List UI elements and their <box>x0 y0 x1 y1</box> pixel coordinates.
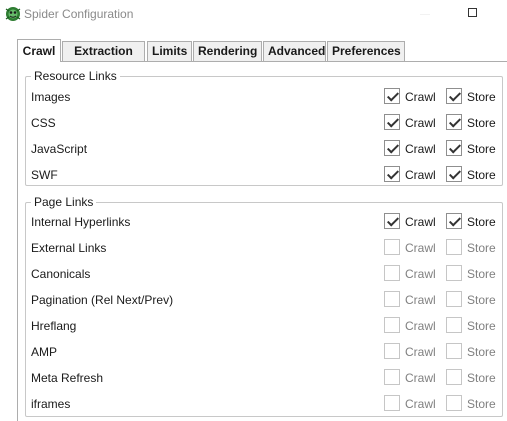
javascript-store-checkbox[interactable] <box>446 140 462 156</box>
canonicals-store-checkbox[interactable] <box>446 265 462 281</box>
store-label: Store <box>467 345 496 359</box>
external-links-store-checkbox[interactable] <box>446 239 462 255</box>
store-label: Store <box>467 215 496 229</box>
css-crawl-checkbox[interactable] <box>384 114 400 130</box>
window-title: Spider Configuration <box>24 7 134 21</box>
pagination-store-checkbox[interactable] <box>446 291 462 307</box>
internal-hyperlinks-crawl-checkbox[interactable] <box>384 213 400 229</box>
page-row-hreflang: Hreflang Crawl Store <box>26 315 502 337</box>
canonicals-crawl-checkbox[interactable] <box>384 265 400 281</box>
page-row-internal-hyperlinks: Internal Hyperlinks Crawl Store <box>26 211 502 233</box>
row-label: Images <box>31 90 71 104</box>
store-label: Store <box>467 142 496 156</box>
crawl-label: Crawl <box>405 319 436 333</box>
minimize-button[interactable] <box>420 14 430 15</box>
css-store-checkbox[interactable] <box>446 114 462 130</box>
crawl-label: Crawl <box>405 397 436 411</box>
tab-extraction[interactable]: Extraction <box>62 41 145 61</box>
pagination-crawl-checkbox[interactable] <box>384 291 400 307</box>
row-label: JavaScript <box>31 142 88 156</box>
store-label: Store <box>467 267 496 281</box>
page-row-meta-refresh: Meta Refresh Crawl Store <box>26 367 502 389</box>
tab-crawl[interactable]: Crawl <box>17 39 61 62</box>
spider-frog-icon <box>5 7 21 21</box>
page-row-external-links: External Links Crawl Store <box>26 237 502 259</box>
crawl-label: Crawl <box>405 345 436 359</box>
crawl-label: Crawl <box>405 293 436 307</box>
hreflang-crawl-checkbox[interactable] <box>384 317 400 333</box>
crawl-label: Crawl <box>405 90 436 104</box>
store-label: Store <box>467 397 496 411</box>
row-label: Hreflang <box>31 319 77 333</box>
store-label: Store <box>467 90 496 104</box>
row-label: SWF <box>31 168 58 182</box>
row-label: Internal Hyperlinks <box>31 215 131 229</box>
crawl-label: Crawl <box>405 142 436 156</box>
images-store-checkbox[interactable] <box>446 88 462 104</box>
row-label: Canonicals <box>31 267 91 281</box>
resource-links-group: Resource Links Images Crawl Store CSS Cr… <box>25 69 503 186</box>
crawl-label: Crawl <box>405 168 436 182</box>
images-crawl-checkbox[interactable] <box>384 88 400 104</box>
iframes-crawl-checkbox[interactable] <box>384 395 400 411</box>
title-bar: Spider Configuration <box>0 0 507 30</box>
row-label: AMP <box>31 345 58 359</box>
page-row-canonicals: Canonicals Crawl Store <box>26 263 502 285</box>
resource-links-legend: Resource Links <box>31 69 120 83</box>
resource-row-css: CSS Crawl Store <box>26 112 502 134</box>
amp-crawl-checkbox[interactable] <box>384 343 400 359</box>
row-label: Pagination (Rel Next/Prev) <box>31 293 174 307</box>
row-label: Meta Refresh <box>31 371 104 385</box>
tab-rendering[interactable]: Rendering <box>193 41 262 61</box>
tab-preferences[interactable]: Preferences <box>327 41 405 61</box>
resource-row-images: Images Crawl Store <box>26 86 502 108</box>
crawl-label: Crawl <box>405 371 436 385</box>
spider-configuration-window: Spider Configuration Crawl Extraction Li… <box>0 0 507 421</box>
meta-refresh-crawl-checkbox[interactable] <box>384 369 400 385</box>
row-label: CSS <box>31 116 56 130</box>
crawl-label: Crawl <box>405 241 436 255</box>
page-row-amp: AMP Crawl Store <box>26 341 502 363</box>
resource-row-javascript: JavaScript Crawl Store <box>26 138 502 160</box>
row-label: iframes <box>31 397 71 411</box>
resource-row-swf: SWF Crawl Store <box>26 164 502 186</box>
internal-hyperlinks-store-checkbox[interactable] <box>446 213 462 229</box>
tab-limits[interactable]: Limits <box>147 41 192 61</box>
page-links-group: Page Links Internal Hyperlinks Crawl Sto… <box>25 195 503 417</box>
page-links-legend: Page Links <box>31 195 97 209</box>
amp-store-checkbox[interactable] <box>446 343 462 359</box>
page-row-iframes: iframes Crawl Store <box>26 393 502 415</box>
row-label: External Links <box>31 241 107 255</box>
javascript-crawl-checkbox[interactable] <box>384 140 400 156</box>
store-label: Store <box>467 116 496 130</box>
page-row-pagination: Pagination (Rel Next/Prev) Crawl Store <box>26 289 502 311</box>
crawl-label: Crawl <box>405 215 436 229</box>
store-label: Store <box>467 371 496 385</box>
swf-store-checkbox[interactable] <box>446 166 462 182</box>
hreflang-store-checkbox[interactable] <box>446 317 462 333</box>
maximize-button[interactable] <box>468 8 477 17</box>
store-label: Store <box>467 241 496 255</box>
external-links-crawl-checkbox[interactable] <box>384 239 400 255</box>
swf-crawl-checkbox[interactable] <box>384 166 400 182</box>
meta-refresh-store-checkbox[interactable] <box>446 369 462 385</box>
iframes-store-checkbox[interactable] <box>446 395 462 411</box>
crawl-label: Crawl <box>405 116 436 130</box>
store-label: Store <box>467 319 496 333</box>
store-label: Store <box>467 168 496 182</box>
crawl-label: Crawl <box>405 267 436 281</box>
store-label: Store <box>467 293 496 307</box>
tab-advanced[interactable]: Advanced <box>263 41 326 61</box>
